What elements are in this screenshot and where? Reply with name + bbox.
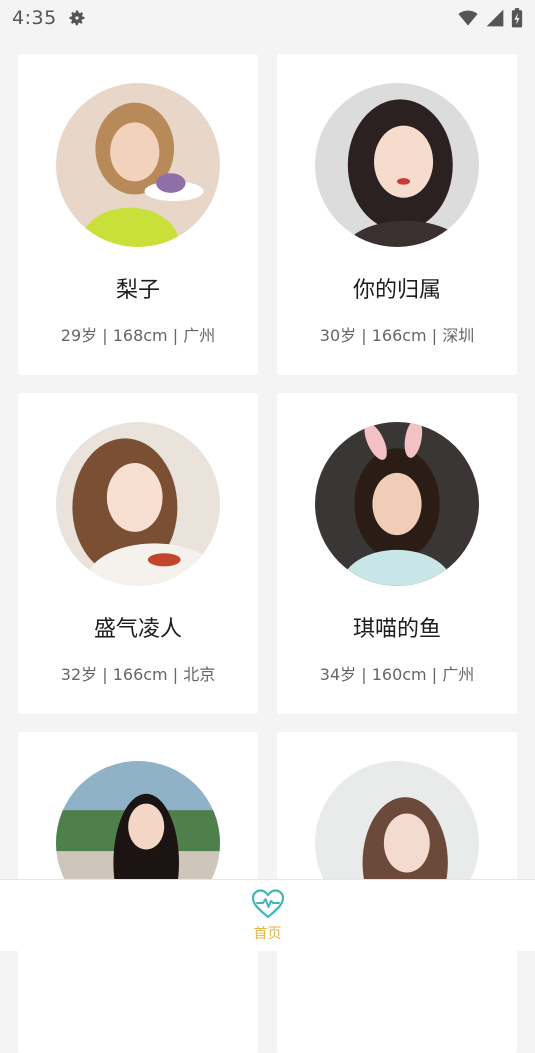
avatar-photo: [315, 422, 479, 586]
profile-name: 你的归属: [352, 278, 441, 303]
avatar-photo: [315, 83, 479, 247]
profile-info: 30岁 | 166cm | 深圳: [319, 326, 475, 345]
profile-info: 32岁 | 166cm | 北京: [60, 665, 216, 684]
status-bar: 4:35: [0, 0, 535, 36]
profile-name: 琪喵的鱼: [352, 617, 441, 642]
status-time: 4:35: [12, 7, 57, 29]
wifi-icon: [457, 8, 479, 28]
tab-home-label: 首页: [253, 926, 282, 942]
tab-home[interactable]: 首页: [251, 888, 285, 943]
avatar-photo: [56, 83, 220, 247]
bottom-tab-bar: 首页: [0, 879, 535, 951]
profile-info: 34岁 | 160cm | 广州: [319, 665, 475, 684]
avatar: [56, 422, 220, 586]
battery-charging-icon: [511, 7, 523, 29]
profile-name: 盛气凌人: [93, 617, 182, 642]
profile-card[interactable]: 琪喵的鱼 34岁 | 160cm | 广州: [277, 393, 517, 714]
avatar-photo: [56, 422, 220, 586]
gear-icon: [67, 8, 87, 28]
avatar: [56, 83, 220, 247]
profile-name: 梨子: [115, 278, 160, 303]
avatar: [315, 83, 479, 247]
profile-card[interactable]: 盛气凌人 32岁 | 166cm | 北京: [18, 393, 258, 714]
cell-signal-icon: [485, 8, 505, 28]
profile-card[interactable]: 梨子 29岁 | 168cm | 广州: [18, 54, 258, 375]
heart-pulse-icon: [251, 888, 285, 920]
profile-card[interactable]: 你的归属 30岁 | 166cm | 深圳: [277, 54, 517, 375]
avatar: [315, 422, 479, 586]
profile-info: 29岁 | 168cm | 广州: [60, 326, 216, 345]
